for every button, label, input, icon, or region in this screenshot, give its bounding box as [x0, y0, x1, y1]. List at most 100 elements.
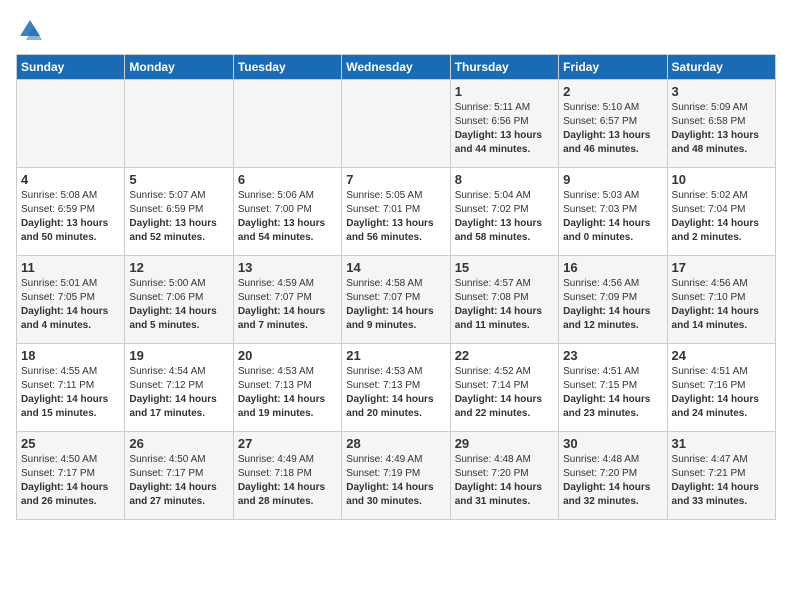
calendar-cell: 3Sunrise: 5:09 AMSunset: 6:58 PMDaylight… — [667, 80, 775, 168]
day-number: 30 — [563, 436, 662, 451]
daylight-label: Daylight: 14 hours and 12 minutes. — [563, 306, 650, 331]
page-header — [16, 16, 776, 44]
day-number: 16 — [563, 260, 662, 275]
day-detail: Sunrise: 4:56 AMSunset: 7:09 PMDaylight:… — [563, 277, 662, 333]
daylight-label: Daylight: 13 hours and 56 minutes. — [346, 218, 433, 243]
daylight-label: Daylight: 14 hours and 26 minutes. — [21, 482, 108, 507]
day-number: 26 — [129, 436, 228, 451]
daylight-label: Daylight: 14 hours and 28 minutes. — [238, 482, 325, 507]
day-number: 15 — [455, 260, 554, 275]
calendar-cell: 9Sunrise: 5:03 AMSunset: 7:03 PMDaylight… — [559, 168, 667, 256]
day-detail: Sunrise: 5:08 AMSunset: 6:59 PMDaylight:… — [21, 189, 120, 245]
day-detail: Sunrise: 5:06 AMSunset: 7:00 PMDaylight:… — [238, 189, 337, 245]
daylight-label: Daylight: 13 hours and 50 minutes. — [21, 218, 108, 243]
day-number: 22 — [455, 348, 554, 363]
day-number: 13 — [238, 260, 337, 275]
day-number: 3 — [672, 84, 771, 99]
daylight-label: Daylight: 13 hours and 44 minutes. — [455, 130, 542, 155]
daylight-label: Daylight: 13 hours and 52 minutes. — [129, 218, 216, 243]
calendar-cell: 4 Sunrise: 5:08 AMSunset: 6:59 PMDaylight… — [17, 168, 125, 256]
col-header-thursday: Thursday — [450, 55, 558, 80]
calendar-cell: 20Sunrise: 4:53 AMSunset: 7:13 PMDayligh… — [233, 344, 341, 432]
calendar-cell: 29Sunrise: 4:48 AMSunset: 7:20 PMDayligh… — [450, 432, 558, 520]
calendar-cell — [125, 80, 233, 168]
calendar-cell: 2Sunrise: 5:10 AMSunset: 6:57 PMDaylight… — [559, 80, 667, 168]
calendar-cell: 28 Sunrise: 4:49 AMSunset: 7:19 PMDayligh… — [342, 432, 450, 520]
calendar-cell: 12 Sunrise: 5:00 AMSunset: 7:06 PMDayligh… — [125, 256, 233, 344]
calendar-cell: 16 Sunrise: 4:56 AMSunset: 7:09 PMDayligh… — [559, 256, 667, 344]
calendar-cell: 13 Sunrise: 4:59 AMSunset: 7:07 PMDayligh… — [233, 256, 341, 344]
daylight-label: Daylight: 14 hours and 15 minutes. — [21, 394, 108, 419]
daylight-label: Daylight: 14 hours and 22 minutes. — [455, 394, 542, 419]
day-number: 27 — [238, 436, 337, 451]
calendar-cell: 15Sunrise: 4:57 AMSunset: 7:08 PMDayligh… — [450, 256, 558, 344]
day-number: 28 — [346, 436, 445, 451]
day-detail: Sunrise: 5:07 AMSunset: 6:59 PMDaylight:… — [129, 189, 228, 245]
col-header-tuesday: Tuesday — [233, 55, 341, 80]
calendar-cell: 22 Sunrise: 4:52 AMSunset: 7:14 PMDayligh… — [450, 344, 558, 432]
calendar-cell: 14Sunrise: 4:58 AMSunset: 7:07 PMDayligh… — [342, 256, 450, 344]
calendar-cell: 27Sunrise: 4:49 AMSunset: 7:18 PMDayligh… — [233, 432, 341, 520]
day-number: 12 — [129, 260, 228, 275]
daylight-label: Daylight: 14 hours and 7 minutes. — [238, 306, 325, 331]
daylight-label: Daylight: 14 hours and 17 minutes. — [129, 394, 216, 419]
daylight-label: Daylight: 14 hours and 5 minutes. — [129, 306, 216, 331]
day-number: 21 — [346, 348, 445, 363]
day-detail: Sunrise: 4:55 AMSunset: 7:11 PMDaylight:… — [21, 365, 120, 421]
calendar-cell: 5Sunrise: 5:07 AMSunset: 6:59 PMDaylight… — [125, 168, 233, 256]
calendar-cell: 10 Sunrise: 5:02 AMSunset: 7:04 PMDayligh… — [667, 168, 775, 256]
day-number: 7 — [346, 172, 445, 187]
day-number: 10 — [672, 172, 771, 187]
daylight-label: Daylight: 14 hours and 11 minutes. — [455, 306, 542, 331]
daylight-label: Daylight: 13 hours and 46 minutes. — [563, 130, 650, 155]
col-header-monday: Monday — [125, 55, 233, 80]
day-detail: Sunrise: 4:47 AMSunset: 7:21 PMDaylight:… — [672, 453, 771, 509]
daylight-label: Daylight: 13 hours and 54 minutes. — [238, 218, 325, 243]
daylight-label: Daylight: 14 hours and 19 minutes. — [238, 394, 325, 419]
daylight-label: Daylight: 14 hours and 4 minutes. — [21, 306, 108, 331]
calendar-cell: 26 Sunrise: 4:50 AMSunset: 7:17 PMDayligh… — [125, 432, 233, 520]
day-detail: Sunrise: 4:50 AMSunset: 7:17 PMDaylight:… — [129, 453, 228, 509]
daylight-label: Daylight: 14 hours and 23 minutes. — [563, 394, 650, 419]
calendar-cell: 25 Sunrise: 4:50 AMSunset: 7:17 PMDayligh… — [17, 432, 125, 520]
daylight-label: Daylight: 14 hours and 2 minutes. — [672, 218, 759, 243]
day-number: 2 — [563, 84, 662, 99]
day-detail: Sunrise: 4:54 AMSunset: 7:12 PMDaylight:… — [129, 365, 228, 421]
day-number: 29 — [455, 436, 554, 451]
day-detail: Sunrise: 5:02 AMSunset: 7:04 PMDaylight:… — [672, 189, 771, 245]
day-detail: Sunrise: 4:53 AMSunset: 7:13 PMDaylight:… — [346, 365, 445, 421]
day-detail: Sunrise: 4:53 AMSunset: 7:13 PMDaylight:… — [238, 365, 337, 421]
daylight-label: Daylight: 14 hours and 27 minutes. — [129, 482, 216, 507]
day-number: 1 — [455, 84, 554, 99]
day-detail: Sunrise: 4:56 AMSunset: 7:10 PMDaylight:… — [672, 277, 771, 333]
day-number: 25 — [21, 436, 120, 451]
day-detail: Sunrise: 4:52 AMSunset: 7:14 PMDaylight:… — [455, 365, 554, 421]
day-number: 4 — [21, 172, 120, 187]
day-detail: Sunrise: 4:59 AMSunset: 7:07 PMDaylight:… — [238, 277, 337, 333]
col-header-sunday: Sunday — [17, 55, 125, 80]
calendar-cell: 6Sunrise: 5:06 AMSunset: 7:00 PMDaylight… — [233, 168, 341, 256]
calendar-cell: 11 Sunrise: 5:01 AMSunset: 7:05 PMDayligh… — [17, 256, 125, 344]
day-number: 18 — [21, 348, 120, 363]
logo — [16, 16, 48, 44]
daylight-label: Daylight: 14 hours and 24 minutes. — [672, 394, 759, 419]
day-detail: Sunrise: 4:58 AMSunset: 7:07 PMDaylight:… — [346, 277, 445, 333]
day-number: 11 — [21, 260, 120, 275]
day-detail: Sunrise: 4:50 AMSunset: 7:17 PMDaylight:… — [21, 453, 120, 509]
daylight-label: Daylight: 13 hours and 48 minutes. — [672, 130, 759, 155]
day-detail: Sunrise: 4:49 AMSunset: 7:19 PMDaylight:… — [346, 453, 445, 509]
day-number: 8 — [455, 172, 554, 187]
day-detail: Sunrise: 5:01 AMSunset: 7:05 PMDaylight:… — [21, 277, 120, 333]
daylight-label: Daylight: 14 hours and 0 minutes. — [563, 218, 650, 243]
calendar-cell: 8Sunrise: 5:04 AMSunset: 7:02 PMDaylight… — [450, 168, 558, 256]
daylight-label: Daylight: 14 hours and 33 minutes. — [672, 482, 759, 507]
calendar-cell: 17 Sunrise: 4:56 AMSunset: 7:10 PMDayligh… — [667, 256, 775, 344]
day-number: 24 — [672, 348, 771, 363]
daylight-label: Daylight: 14 hours and 9 minutes. — [346, 306, 433, 331]
day-number: 9 — [563, 172, 662, 187]
day-number: 17 — [672, 260, 771, 275]
daylight-label: Daylight: 14 hours and 32 minutes. — [563, 482, 650, 507]
daylight-label: Daylight: 14 hours and 14 minutes. — [672, 306, 759, 331]
day-detail: Sunrise: 5:00 AMSunset: 7:06 PMDaylight:… — [129, 277, 228, 333]
calendar-cell: 7Sunrise: 5:05 AMSunset: 7:01 PMDaylight… — [342, 168, 450, 256]
